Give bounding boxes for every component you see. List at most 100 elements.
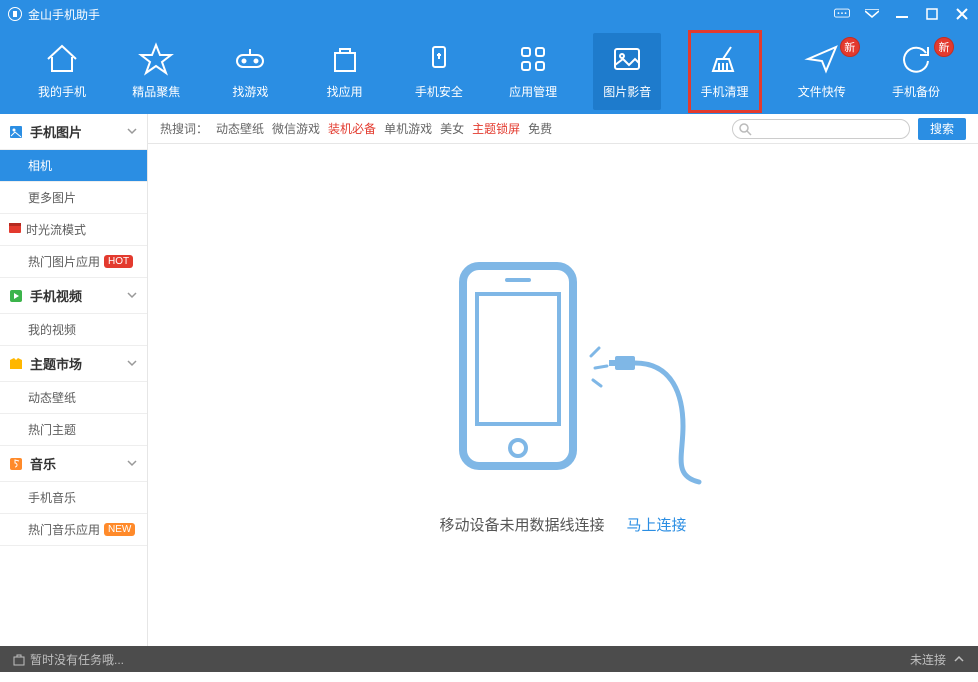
statusbar-right-text: 未连接 bbox=[910, 651, 946, 668]
theme-icon bbox=[8, 356, 24, 372]
hotword[interactable]: 动态壁纸 bbox=[216, 120, 264, 137]
no-connection-text: 移动设备未用数据线连接 bbox=[439, 514, 604, 535]
chevron-down-icon bbox=[127, 356, 137, 371]
hotword[interactable]: 单机游戏 bbox=[384, 120, 432, 137]
chevron-down-icon bbox=[127, 456, 137, 471]
content-row: 手机图片 相机 更多图片 时光流模式 热门图片应用 HOT 手机视频 bbox=[0, 114, 978, 646]
maximize-icon[interactable] bbox=[924, 7, 940, 21]
refresh-icon bbox=[898, 41, 934, 77]
nav-label: 文件快传 bbox=[798, 83, 846, 100]
music-icon bbox=[8, 456, 24, 472]
nav-clean[interactable]: 手机清理 bbox=[688, 30, 762, 113]
titlebar: 金山手机助手 bbox=[0, 0, 978, 28]
close-icon[interactable] bbox=[954, 7, 970, 21]
star-icon bbox=[138, 41, 174, 77]
status-line: 移动设备未用数据线连接 马上连接 bbox=[439, 514, 686, 535]
nav-my-phone[interactable]: 我的手机 bbox=[28, 33, 96, 110]
hotbar-prefix: 热搜词： bbox=[160, 120, 208, 137]
nav-games[interactable]: 找游戏 bbox=[216, 33, 284, 110]
broom-icon bbox=[707, 41, 743, 77]
nav-label: 我的手机 bbox=[38, 83, 86, 100]
sidebar-item-hot-music[interactable]: 热门音乐应用 NEW bbox=[0, 514, 147, 546]
chevron-down-icon bbox=[127, 288, 137, 303]
item-label: 动态壁纸 bbox=[28, 389, 76, 406]
nav-label: 手机安全 bbox=[415, 83, 463, 100]
nav-label: 找应用 bbox=[327, 83, 363, 100]
sidebar-section-video[interactable]: 手机视频 bbox=[0, 278, 147, 314]
nav-transfer[interactable]: 新 文件快传 bbox=[788, 33, 856, 110]
sidebar-item-timeline[interactable]: 时光流模式 bbox=[0, 214, 147, 246]
sidebar-item-hot-theme[interactable]: 热门主题 bbox=[0, 414, 147, 446]
bag-icon bbox=[327, 41, 363, 77]
search-wrap: 搜索 bbox=[732, 118, 966, 140]
titlebar-left: 金山手机助手 bbox=[8, 6, 834, 23]
nav-media[interactable]: 图片影音 bbox=[593, 33, 661, 110]
statusbar-left-text: 暂时没有任务哦... bbox=[30, 651, 124, 668]
titlebar-controls bbox=[834, 7, 970, 21]
sidebar-section-theme[interactable]: 主题市场 bbox=[0, 346, 147, 382]
navbar: 我的手机 精品聚焦 找游戏 找应用 手机安全 应用管理 bbox=[0, 28, 978, 114]
nav-label: 找游戏 bbox=[232, 83, 268, 100]
menu-icon[interactable] bbox=[864, 7, 880, 21]
item-label: 我的视频 bbox=[28, 321, 76, 338]
hotword[interactable]: 微信游戏 bbox=[272, 120, 320, 137]
sidebar-section-images[interactable]: 手机图片 bbox=[0, 114, 147, 150]
hotword[interactable]: 美女 bbox=[440, 120, 464, 137]
hot-search-bar: 热搜词： 动态壁纸 微信游戏 装机必备 单机游戏 美女 主题锁屏 免费 搜索 bbox=[148, 114, 978, 144]
search-icon bbox=[738, 122, 752, 139]
main-canvas: 移动设备未用数据线连接 马上连接 bbox=[148, 144, 978, 646]
video-icon bbox=[8, 288, 24, 304]
hotword[interactable]: 主题锁屏 bbox=[472, 120, 520, 137]
sidebar-item-more-images[interactable]: 更多图片 bbox=[0, 182, 147, 214]
photo-icon bbox=[609, 41, 645, 77]
send-icon bbox=[804, 41, 840, 77]
section-title: 手机视频 bbox=[30, 286, 82, 305]
task-icon bbox=[12, 652, 26, 666]
sidebar-section-music[interactable]: 音乐 bbox=[0, 446, 147, 482]
message-icon[interactable] bbox=[834, 7, 850, 21]
nav-label: 应用管理 bbox=[509, 83, 557, 100]
gamepad-icon bbox=[232, 41, 268, 77]
sidebar: 手机图片 相机 更多图片 时光流模式 热门图片应用 HOT 手机视频 bbox=[0, 114, 148, 646]
sidebar-item-camera[interactable]: 相机 bbox=[0, 150, 147, 182]
nav-backup[interactable]: 新 手机备份 bbox=[882, 33, 950, 110]
main-area: 热搜词： 动态壁纸 微信游戏 装机必备 单机游戏 美女 主题锁屏 免费 搜索 bbox=[148, 114, 978, 646]
item-label: 时光流模式 bbox=[26, 221, 86, 238]
nav-apps[interactable]: 找应用 bbox=[311, 33, 379, 110]
nav-label: 手机备份 bbox=[892, 83, 940, 100]
minimize-icon[interactable] bbox=[894, 7, 910, 21]
nav-featured[interactable]: 精品聚焦 bbox=[122, 33, 190, 110]
item-label: 热门主题 bbox=[28, 421, 76, 438]
shield-icon bbox=[421, 41, 457, 77]
hotword[interactable]: 装机必备 bbox=[328, 120, 376, 137]
section-title: 音乐 bbox=[30, 454, 56, 473]
statusbar-right: 未连接 bbox=[910, 651, 966, 668]
chevron-down-icon bbox=[127, 124, 137, 139]
nav-app-manage[interactable]: 应用管理 bbox=[499, 33, 567, 110]
window-title: 金山手机助手 bbox=[28, 6, 100, 23]
hotword[interactable]: 免费 bbox=[528, 120, 552, 137]
home-icon bbox=[44, 41, 80, 77]
image-icon bbox=[8, 124, 24, 140]
section-title: 主题市场 bbox=[30, 354, 82, 373]
search-input[interactable] bbox=[732, 119, 910, 139]
item-label: 热门图片应用 bbox=[28, 253, 100, 270]
sidebar-item-live-wallpaper[interactable]: 动态壁纸 bbox=[0, 382, 147, 414]
nav-label: 精品聚焦 bbox=[132, 83, 180, 100]
new-badge: NEW bbox=[104, 523, 135, 536]
item-label: 手机音乐 bbox=[28, 489, 76, 506]
sidebar-item-phone-music[interactable]: 手机音乐 bbox=[0, 482, 147, 514]
new-badge: 新 bbox=[840, 37, 860, 57]
nav-security[interactable]: 手机安全 bbox=[405, 33, 473, 110]
item-label: 更多图片 bbox=[28, 189, 76, 206]
statusbar: 暂时没有任务哦... 未连接 bbox=[0, 646, 978, 672]
item-label: 热门音乐应用 bbox=[28, 521, 100, 538]
sidebar-item-hot-images[interactable]: 热门图片应用 HOT bbox=[0, 246, 147, 278]
sidebar-item-my-video[interactable]: 我的视频 bbox=[0, 314, 147, 346]
section-title: 手机图片 bbox=[30, 122, 82, 141]
app-logo-icon bbox=[8, 7, 22, 21]
connect-now-link[interactable]: 马上连接 bbox=[627, 514, 687, 535]
search-button[interactable]: 搜索 bbox=[918, 118, 966, 140]
expand-up-icon[interactable] bbox=[952, 652, 966, 666]
phone-cable-illustration bbox=[423, 256, 703, 496]
